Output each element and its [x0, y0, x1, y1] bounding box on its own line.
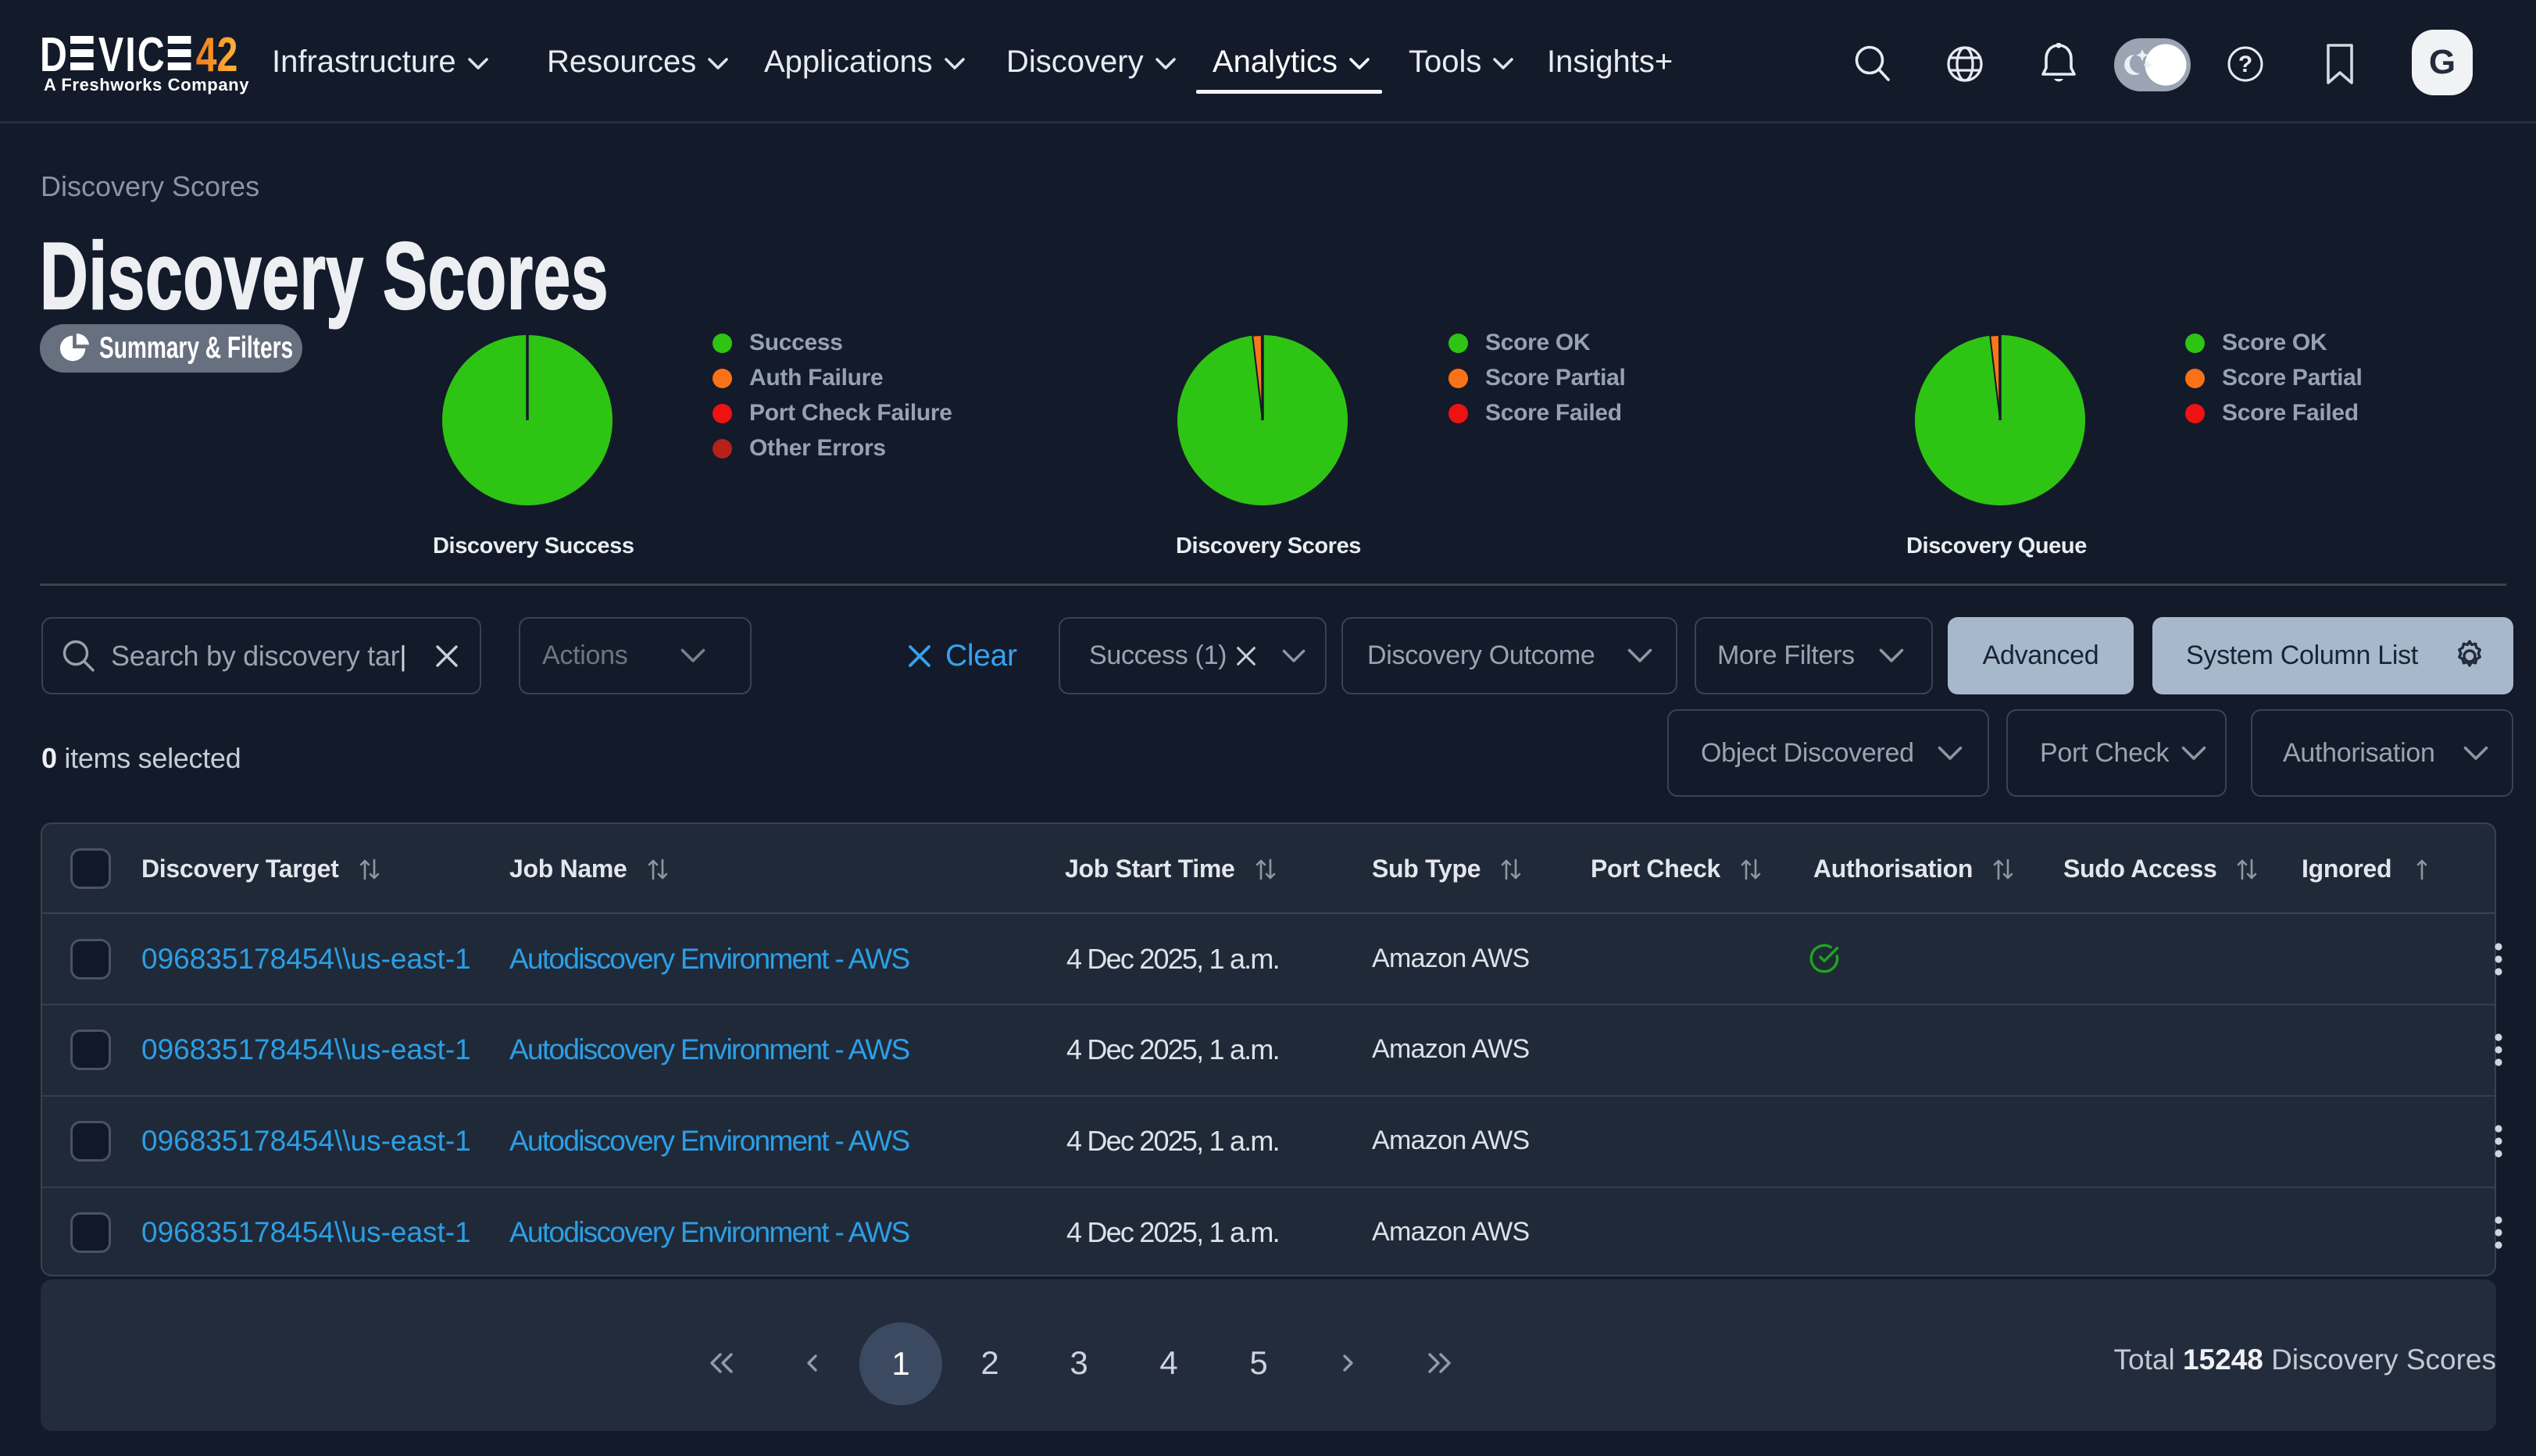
svg-text:D: D — [40, 35, 67, 73]
svg-text:?: ? — [2238, 52, 2252, 77]
svg-text:C: C — [138, 35, 165, 73]
svg-text:42: 42 — [196, 35, 238, 73]
svg-text:I: I — [125, 35, 135, 73]
svg-text:V: V — [98, 35, 123, 73]
